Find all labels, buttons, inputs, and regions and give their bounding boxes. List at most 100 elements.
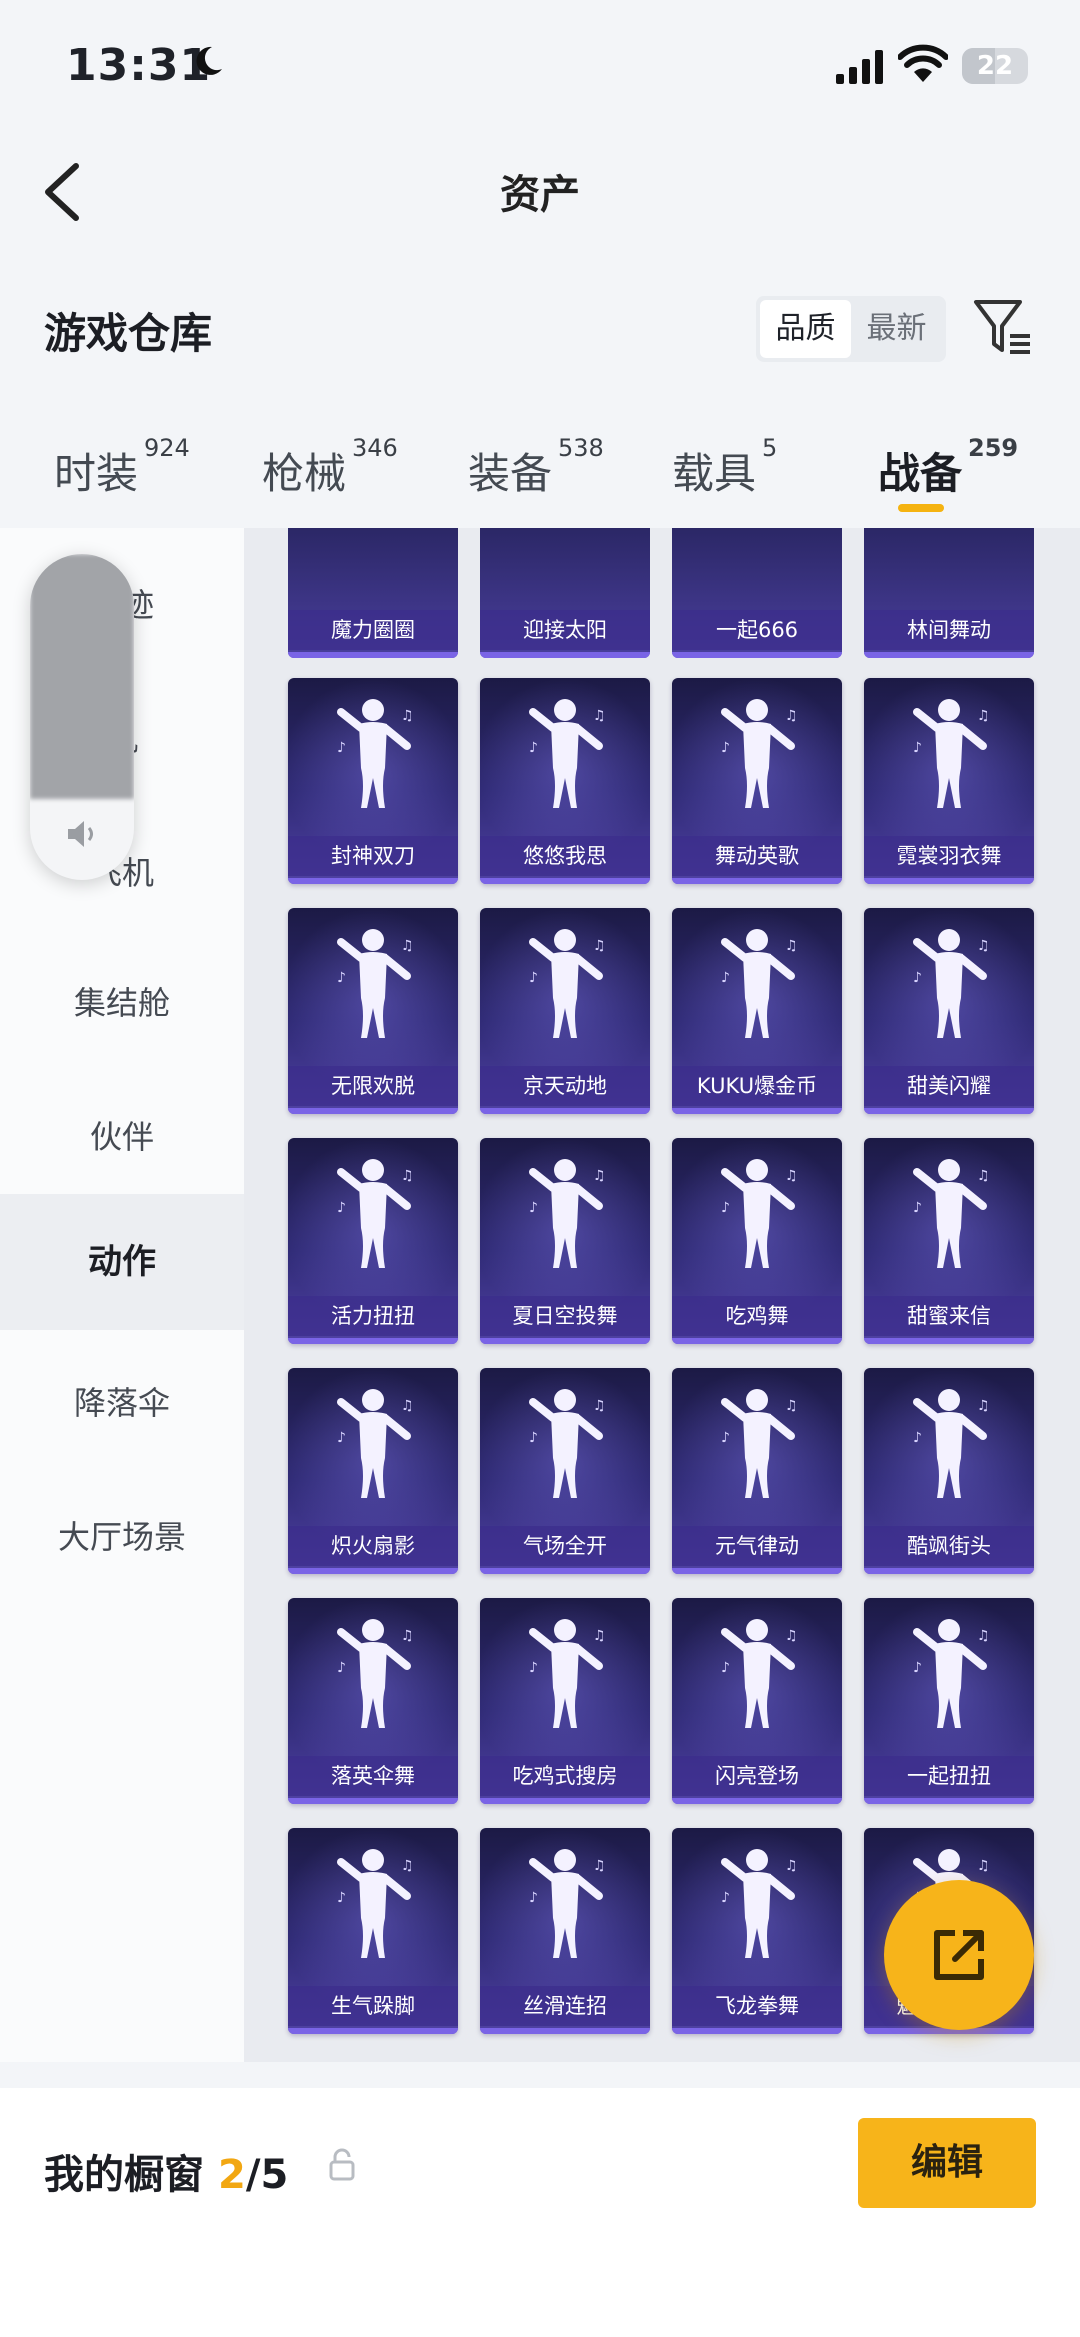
emote-card[interactable]: ♪ ♫ 京天动地: [480, 908, 650, 1114]
edit-button[interactable]: 编辑: [858, 2118, 1036, 2208]
emote-card[interactable]: ♪ ♫ 悠悠我思: [480, 678, 650, 884]
emote-card[interactable]: ♪ ♫ 舞动英歌: [672, 678, 842, 884]
emote-card[interactable]: ♪ ♫ 甜美闪耀: [864, 908, 1034, 1114]
svg-text:♫: ♫: [593, 1168, 606, 1184]
emote-name: 飞龙拳舞: [672, 1986, 842, 2026]
svg-text:♪: ♪: [529, 740, 538, 756]
sort-quality-option[interactable]: 品质: [760, 300, 851, 358]
emote-card[interactable]: 魔力圈圈: [288, 528, 458, 658]
emote-name: 无限欢脱: [288, 1066, 458, 1106]
emote-card[interactable]: ♪ ♫ 气场全开: [480, 1368, 650, 1574]
wifi-icon: [898, 44, 948, 82]
svg-text:♫: ♫: [401, 1168, 414, 1184]
emote-card[interactable]: ♪ ♫ 甜蜜来信: [864, 1138, 1034, 1344]
emote-card[interactable]: ♪ ♫ 炽火扇影: [288, 1368, 458, 1574]
emote-name: 闪亮登场: [672, 1756, 842, 1796]
emote-card[interactable]: ♪ ♫ 霓裳羽衣舞: [864, 678, 1034, 884]
emote-name: 魔力圈圈: [288, 610, 458, 650]
sidebar-item-partner[interactable]: 伙伴: [0, 1072, 244, 1202]
dancer-figure-icon: ♪♫: [721, 1159, 798, 1268]
svg-text:♫: ♫: [785, 1168, 798, 1184]
svg-text:♪: ♪: [337, 1200, 346, 1216]
emote-card[interactable]: ♪ ♫ 酷飒街头: [864, 1368, 1034, 1574]
svg-text:♫: ♫: [401, 1398, 414, 1414]
dancer-figure-icon: ♪♫: [913, 1159, 990, 1268]
emote-card[interactable]: ♪ ♫ 落英伞舞: [288, 1598, 458, 1804]
showcase-current: 2: [218, 2152, 246, 2198]
sidebar-item-lobby[interactable]: 大厅场景: [0, 1472, 244, 1602]
emote-card[interactable]: ♪ ♫ 无限欢脱: [288, 908, 458, 1114]
dancer-figure-icon: ♪♫: [337, 1389, 414, 1498]
dancer-figure-icon: ♪♫: [913, 929, 990, 1038]
emote-name: 甜蜜来信: [864, 1296, 1034, 1336]
emote-name: 迎接太阳: [480, 610, 650, 650]
tab-guns[interactable]: 枪械346: [262, 434, 398, 501]
lock-icon: [329, 2148, 355, 2181]
emote-card[interactable]: ♪ ♫ 丝滑连招: [480, 1828, 650, 2034]
svg-text:♫: ♫: [593, 708, 606, 724]
svg-text:♫: ♫: [785, 1628, 798, 1644]
dancer-figure-icon: ♪♫: [529, 1159, 606, 1268]
emote-card[interactable]: ♪ ♫ 生气跺脚: [288, 1828, 458, 2034]
emote-card[interactable]: 迎接太阳: [480, 528, 650, 658]
dancer-figure-icon: ♪♫: [721, 1389, 798, 1498]
sidebar-item-emotes[interactable]: 动作: [0, 1194, 244, 1330]
showcase-bar: 我的橱窗 2/5 编辑: [0, 2088, 1080, 2337]
emote-name: 丝滑连招: [480, 1986, 650, 2026]
dancer-figure-icon: ♪♫: [337, 1159, 414, 1268]
svg-text:♪: ♪: [721, 970, 730, 986]
svg-text:♫: ♫: [977, 938, 990, 954]
emote-name: KUKU爆金币: [672, 1066, 842, 1106]
tab-equipment[interactable]: 装备538: [468, 434, 604, 501]
emote-name: 霓裳羽衣舞: [864, 836, 1034, 876]
emote-name: 炽火扇影: [288, 1526, 458, 1566]
tab-vehicles[interactable]: 载具5: [672, 434, 777, 501]
dancer-figure-icon: ♪♫: [913, 1389, 990, 1498]
emote-card[interactable]: ♪ ♫ 飞龙拳舞: [672, 1828, 842, 2034]
svg-text:♪: ♪: [337, 1660, 346, 1676]
emote-name: 酷飒街头: [864, 1526, 1034, 1566]
emote-name: 吃鸡式搜房: [480, 1756, 650, 1796]
volume-slider[interactable]: [30, 554, 134, 880]
emote-card[interactable]: ♪ ♫ 元气律动: [672, 1368, 842, 1574]
emote-card[interactable]: ♪ ♫ 吃鸡舞: [672, 1138, 842, 1344]
svg-text:♪: ♪: [913, 1430, 922, 1446]
sort-toggle[interactable]: 品质 最新: [756, 296, 946, 362]
emote-card[interactable]: ♪ ♫ 闪亮登场: [672, 1598, 842, 1804]
emote-card[interactable]: ♪ ♫ 活力扭扭: [288, 1138, 458, 1344]
svg-text:♪: ♪: [721, 1660, 730, 1676]
svg-text:♫: ♫: [977, 1398, 990, 1414]
svg-text:♪: ♪: [529, 1660, 538, 1676]
emote-card[interactable]: 一起666: [672, 528, 842, 658]
emote-card[interactable]: ♪ ♫ 封神双刀: [288, 678, 458, 884]
emote-name: 活力扭扭: [288, 1296, 458, 1336]
emote-name: 甜美闪耀: [864, 1066, 1034, 1106]
tab-fashion[interactable]: 时装924: [54, 434, 190, 501]
filter-icon[interactable]: [972, 296, 1034, 358]
emote-name: 封神双刀: [288, 836, 458, 876]
emote-card[interactable]: 林间舞动: [864, 528, 1034, 658]
dancer-figure-icon: ♪♫: [721, 1849, 798, 1958]
svg-text:♫: ♫: [785, 938, 798, 954]
dancer-figure-icon: ♪♫: [337, 929, 414, 1038]
dancer-figure-icon: ♪♫: [337, 699, 414, 808]
dancer-figure-icon: ♪♫: [913, 699, 990, 808]
emote-card[interactable]: ♪ ♫ 吃鸡式搜房: [480, 1598, 650, 1804]
svg-text:♪: ♪: [529, 970, 538, 986]
showcase-label: 我的橱窗 2/5: [44, 2152, 289, 2198]
emote-name: 一起666: [672, 610, 842, 650]
svg-text:♫: ♫: [593, 938, 606, 954]
svg-text:♪: ♪: [529, 1430, 538, 1446]
sidebar-item-parachute[interactable]: 降落伞: [0, 1338, 244, 1468]
share-button[interactable]: [884, 1880, 1034, 2030]
sidebar-item-capsule[interactable]: 集结舱: [0, 938, 244, 1068]
emote-card[interactable]: ♪ ♫ KUKU爆金币: [672, 908, 842, 1114]
svg-text:♫: ♫: [401, 708, 414, 724]
emote-card[interactable]: ♪ ♫ 一起扭扭: [864, 1598, 1034, 1804]
emote-name: 元气律动: [672, 1526, 842, 1566]
emote-name: 气场全开: [480, 1526, 650, 1566]
sort-newest-option[interactable]: 最新: [851, 300, 942, 358]
dancer-figure-icon: ♪♫: [721, 699, 798, 808]
emote-card[interactable]: ♪ ♫ 夏日空投舞: [480, 1138, 650, 1344]
tab-battle-gear[interactable]: 战备259: [878, 434, 1018, 501]
